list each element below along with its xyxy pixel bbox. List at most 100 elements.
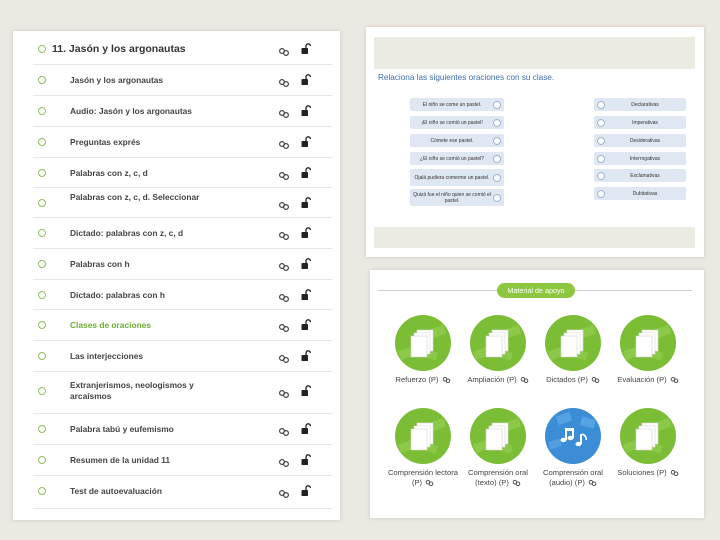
connector-dot-icon[interactable] — [597, 171, 605, 180]
link-icon[interactable] — [278, 351, 290, 364]
lesson-title[interactable]: Jasón y los argonautas — [70, 75, 230, 86]
link-icon[interactable] — [670, 376, 679, 384]
sentence-option[interactable]: Quizá fue el niño quien se comió el past… — [410, 189, 504, 206]
lesson-row[interactable]: Dictado: palabras con h — [33, 280, 332, 310]
link-icon[interactable] — [278, 44, 290, 57]
lesson-title[interactable]: Extranjerismos, neologismos y arcaísmos — [70, 380, 230, 402]
resource-label[interactable]: Soluciones (P) — [608, 468, 688, 478]
resource-item[interactable]: Comprensión oral (audio) (P) — [533, 408, 613, 488]
lesson-title[interactable]: Palabras con h — [70, 259, 230, 270]
category-option[interactable]: Exclamativas — [594, 169, 686, 182]
document-stack-icon[interactable] — [395, 408, 451, 464]
unlock-icon[interactable] — [300, 104, 312, 116]
unlock-icon[interactable] — [300, 73, 312, 85]
link-icon[interactable] — [520, 376, 529, 384]
lesson-row[interactable]: Audio: Jasón y los argonautas — [33, 96, 332, 127]
lesson-row[interactable]: Resumen de la unidad 11 — [33, 445, 332, 476]
unit-header-row[interactable]: 11. Jasón y los argonautas — [33, 34, 332, 65]
connector-dot-icon[interactable] — [493, 118, 501, 127]
unlock-icon[interactable] — [300, 257, 312, 269]
link-icon[interactable] — [588, 479, 597, 487]
link-icon[interactable] — [591, 376, 600, 384]
resource-label[interactable]: Ampliación (P) — [458, 375, 538, 385]
sentence-option[interactable]: Cómete ese pastel. — [410, 134, 504, 147]
sentence-option[interactable]: Ojalá pudiera comerme un pastel. — [410, 169, 504, 186]
category-option[interactable]: Desiderativas — [594, 134, 686, 147]
category-option[interactable]: Interrogativas — [594, 152, 686, 165]
link-icon[interactable] — [278, 168, 290, 181]
document-stack-icon[interactable] — [620, 315, 676, 371]
sentence-option[interactable]: ¡El niño se comió un pastel! — [410, 116, 504, 129]
link-icon[interactable] — [442, 376, 451, 384]
link-icon[interactable] — [278, 259, 290, 272]
link-icon[interactable] — [278, 290, 290, 303]
resource-item[interactable]: Evaluación (P) — [608, 315, 688, 385]
document-stack-icon[interactable] — [470, 315, 526, 371]
resource-item[interactable]: Comprensión lectora (P) — [383, 408, 463, 488]
resource-label[interactable]: Evaluación (P) — [608, 375, 688, 385]
link-icon[interactable] — [278, 320, 290, 333]
music-notes-icon[interactable] — [545, 408, 601, 464]
document-stack-icon[interactable] — [470, 408, 526, 464]
unlock-icon[interactable] — [300, 196, 312, 208]
sentence-option[interactable]: El niño se come un pastel. — [410, 98, 504, 111]
lesson-title[interactable]: Resumen de la unidad 11 — [70, 455, 230, 466]
link-icon[interactable] — [278, 75, 290, 88]
unlock-icon[interactable] — [300, 226, 312, 238]
connector-dot-icon[interactable] — [493, 154, 501, 163]
lesson-row[interactable]: Clases de oraciones — [33, 310, 332, 341]
lesson-title[interactable]: Palabras con z, c, d. Seleccionar — [70, 192, 230, 203]
unlock-icon[interactable] — [300, 349, 312, 361]
sentence-option[interactable]: ¿El niño se comió un pastel? — [410, 152, 504, 165]
lesson-row[interactable]: Extranjerismos, neologismos y arcaísmos — [33, 372, 332, 414]
lesson-row[interactable]: Jasón y los argonautas — [33, 65, 332, 96]
link-icon[interactable] — [278, 106, 290, 119]
lesson-row[interactable]: Las interjecciones — [33, 341, 332, 372]
category-option[interactable]: Dubitativas — [594, 187, 686, 200]
lesson-row[interactable]: Palabras con h — [33, 249, 332, 280]
unlock-icon[interactable] — [300, 288, 312, 300]
resource-label[interactable]: Comprensión lectora (P) — [383, 468, 463, 488]
link-icon[interactable] — [278, 424, 290, 437]
resource-item[interactable]: Dictados (P) — [533, 315, 613, 385]
connector-dot-icon[interactable] — [597, 189, 605, 198]
lesson-title[interactable]: Palabras con z, c, d — [70, 168, 230, 179]
connector-dot-icon[interactable] — [597, 154, 605, 163]
unlock-icon[interactable] — [300, 135, 312, 147]
lesson-row[interactable]: Palabras con z, c, d — [33, 158, 332, 188]
document-stack-icon[interactable] — [620, 408, 676, 464]
resource-label[interactable]: Comprensión oral (texto) (P) — [458, 468, 538, 488]
link-icon[interactable] — [425, 479, 434, 487]
link-icon[interactable] — [278, 198, 290, 211]
unlock-icon[interactable] — [300, 484, 312, 496]
category-option[interactable]: Imperativas — [594, 116, 686, 129]
document-stack-icon[interactable] — [395, 315, 451, 371]
link-icon[interactable] — [278, 228, 290, 241]
lesson-row[interactable]: Palabra tabú y eufemismo — [33, 414, 332, 445]
lesson-title[interactable]: Dictado: palabras con z, c, d — [70, 228, 230, 239]
connector-dot-icon[interactable] — [493, 193, 501, 202]
resource-item[interactable]: Ampliación (P) — [458, 315, 538, 385]
unlock-icon[interactable] — [300, 42, 312, 54]
lesson-row[interactable]: Preguntas exprés — [33, 127, 332, 158]
connector-dot-icon[interactable] — [493, 136, 501, 145]
resource-item[interactable]: Refuerzo (P) — [383, 315, 463, 385]
lesson-title[interactable]: Clases de oraciones — [70, 320, 230, 331]
resource-item[interactable]: Comprensión oral (texto) (P) — [458, 408, 538, 488]
link-icon[interactable] — [512, 479, 521, 487]
lesson-row[interactable]: Test de autoevaluación — [33, 476, 332, 509]
link-icon[interactable] — [278, 455, 290, 468]
category-option[interactable]: Declarativas — [594, 98, 686, 111]
connector-dot-icon[interactable] — [493, 173, 501, 182]
lesson-title[interactable]: Audio: Jasón y los argonautas — [70, 106, 230, 117]
unit-title[interactable]: 11. Jasón y los argonautas — [52, 43, 252, 55]
link-icon[interactable] — [278, 137, 290, 150]
resource-item[interactable]: Soluciones (P) — [608, 408, 688, 478]
link-icon[interactable] — [278, 486, 290, 499]
connector-dot-icon[interactable] — [597, 136, 605, 145]
lesson-title[interactable]: Dictado: palabras con h — [70, 290, 230, 301]
unlock-icon[interactable] — [300, 453, 312, 465]
link-icon[interactable] — [670, 469, 679, 477]
resource-label[interactable]: Dictados (P) — [533, 375, 613, 385]
lesson-title[interactable]: Las interjecciones — [70, 351, 230, 362]
